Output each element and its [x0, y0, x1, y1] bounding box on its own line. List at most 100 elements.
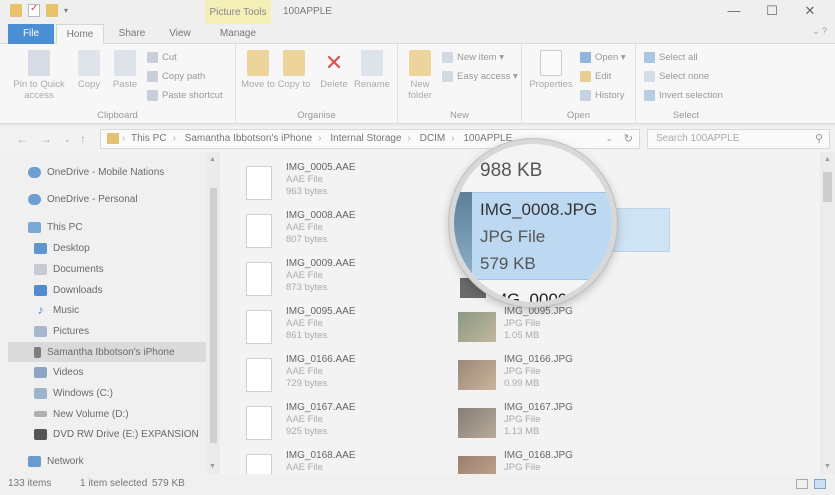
scroll-up-icon[interactable]: ▲	[209, 156, 216, 163]
cut-label: Cut	[162, 52, 177, 63]
large-icons-view-icon[interactable]	[814, 479, 826, 489]
scroll-up-icon[interactable]: ▲	[824, 156, 831, 163]
list-item[interactable]: IMG_0095.AAE AAE File 861 bytes	[246, 306, 446, 354]
properties-button[interactable]: Properties	[526, 50, 576, 90]
customize-toolbar-icon[interactable]: ▾	[64, 6, 68, 15]
image-thumbnail	[458, 360, 496, 390]
folder-icon[interactable]	[10, 4, 22, 17]
nav-item-pictures[interactable]: Pictures	[34, 321, 89, 341]
select-none-button[interactable]: Select none	[644, 71, 709, 82]
minimize-button[interactable]: —	[715, 2, 753, 20]
move-to-button[interactable]: Move to	[240, 50, 276, 90]
maximize-button[interactable]: ☐	[753, 2, 791, 20]
nav-item-new-volume-d[interactable]: New Volume (D:)	[34, 404, 129, 424]
file-list-scroll-thumb[interactable]	[823, 172, 832, 202]
nav-item-iphone[interactable]: Samantha Ibbotson's iPhone	[8, 342, 206, 362]
search-input[interactable]: Search 100APPLE ⚲	[647, 129, 830, 149]
new-folder-icon[interactable]	[46, 4, 58, 17]
address-dropdown-icon[interactable]: ⌄	[605, 133, 613, 144]
list-item[interactable]: IMG_0005.AAE AAE File 963 bytes	[246, 162, 446, 210]
expand-ribbon-icon[interactable]: ⌄ ?	[812, 26, 827, 37]
nav-item-onedrive-mobile-nations[interactable]: OneDrive - Mobile Nations	[28, 162, 164, 182]
cloud-icon	[28, 193, 41, 205]
nav-scrollbar[interactable]: ▲ ▼	[207, 152, 220, 474]
file-size: 963 bytes	[286, 186, 328, 197]
list-item[interactable]: IMG_0095.JPG JPG File 1.05 MB	[458, 306, 658, 354]
edit-icon	[580, 71, 591, 82]
copy-to-button[interactable]: Copy to	[276, 50, 312, 90]
nav-item-dvd-drive-e[interactable]: DVD RW Drive (E:) EXPANSION	[34, 424, 199, 444]
file-name: IMG_0167.AAE	[286, 402, 356, 413]
crumb-100apple[interactable]: 100APPLE	[463, 133, 512, 144]
list-item[interactable]: IMG_0167.JPG JPG File 1.13 MB	[458, 402, 658, 450]
refresh-icon[interactable]: ↻	[624, 132, 633, 145]
new-item-button[interactable]: New item ▾	[442, 52, 504, 63]
list-item[interactable]: IMG_0166.JPG JPG File 0.99 MB	[458, 354, 658, 402]
crumb-internal-storage[interactable]: Internal Storage	[330, 133, 401, 144]
scroll-down-icon[interactable]: ▼	[824, 463, 831, 470]
list-item[interactable]: IMG_0168.AAE AAE File	[246, 450, 446, 474]
copy-path-button[interactable]: Copy path	[147, 71, 205, 82]
list-item[interactable]: IMG_0008.AAE AAE File 807 bytes	[246, 210, 446, 258]
forward-arrow-icon[interactable]: →	[40, 132, 52, 146]
file-type: AAE File	[286, 318, 323, 329]
rename-button[interactable]: Rename	[352, 50, 392, 90]
nav-item-windows-c[interactable]: Windows (C:)	[34, 383, 113, 403]
edit-button[interactable]: Edit	[580, 71, 611, 82]
scroll-down-icon[interactable]: ▼	[209, 463, 216, 470]
file-list-scrollbar[interactable]: ▲ ▼	[820, 152, 835, 474]
nav-item-downloads[interactable]: Downloads	[34, 280, 102, 300]
pin-quick-access-button[interactable]: Pin to Quick access	[10, 50, 68, 101]
nav-item-desktop[interactable]: Desktop	[34, 238, 90, 258]
nav-label: Desktop	[53, 242, 90, 254]
easy-access-label: Easy access ▾	[457, 71, 518, 82]
list-item[interactable]: IMG_0009.AAE AAE File 873 bytes	[246, 258, 446, 306]
list-item[interactable]: IMG_0167.AAE AAE File 925 bytes	[246, 402, 446, 450]
paste-shortcut-button[interactable]: Paste shortcut	[147, 90, 223, 101]
tab-view[interactable]: View	[160, 24, 200, 44]
nav-item-network[interactable]: Network	[28, 451, 84, 471]
paste-button[interactable]: Paste	[108, 50, 142, 90]
tab-manage[interactable]: Manage	[205, 24, 271, 44]
crumb-this-pc[interactable]: This PC	[131, 133, 167, 144]
up-arrow-icon[interactable]: ↑	[80, 132, 86, 146]
nav-item-music[interactable]: ♪ Music	[34, 300, 80, 320]
documents-icon	[34, 263, 47, 275]
list-item[interactable]: IMG_0168.JPG JPG File	[458, 450, 658, 474]
nav-item-this-pc[interactable]: This PC	[28, 217, 83, 237]
details-view-icon[interactable]	[796, 479, 808, 489]
select-all-button[interactable]: Select all	[644, 52, 698, 63]
nav-scroll-thumb[interactable]	[210, 188, 217, 443]
magnified-file-name: IMG_0008.JPG	[480, 200, 598, 219]
crumb-iphone[interactable]: Samantha Ibbotson's iPhone	[185, 133, 313, 144]
back-arrow-icon[interactable]: ←	[16, 132, 28, 146]
nav-item-documents[interactable]: Documents	[34, 259, 104, 279]
file-type: AAE File	[286, 174, 323, 185]
nav-item-videos[interactable]: Videos	[34, 362, 83, 382]
easy-access-button[interactable]: Easy access ▾	[442, 71, 518, 82]
nav-label: Downloads	[53, 284, 103, 296]
ribbon-tabs: File Home Share View Manage ⌄ ?	[0, 24, 835, 72]
list-item[interactable]: IMG_0166.AAE AAE File 729 bytes	[246, 354, 446, 402]
history-icon	[580, 90, 591, 101]
chevron-right-icon: ›	[451, 133, 455, 144]
cut-button[interactable]: Cut	[147, 52, 177, 63]
tab-share[interactable]: Share	[112, 24, 152, 44]
nav-item-onedrive-personal[interactable]: OneDrive - Personal	[28, 189, 138, 209]
new-folder-button[interactable]: New folder	[402, 50, 438, 101]
file-size: 873 bytes	[286, 282, 328, 293]
properties-check-icon[interactable]	[28, 3, 40, 17]
paste-icon	[114, 50, 136, 76]
open-button[interactable]: Open ▾	[580, 52, 626, 63]
move-to-label: Move to	[241, 79, 275, 90]
recent-chevron-icon[interactable]: ⌄	[64, 135, 71, 144]
delete-button[interactable]: ✕ Delete	[316, 50, 352, 90]
invert-selection-button[interactable]: Invert selection	[644, 90, 723, 101]
crumb-dcim[interactable]: DCIM	[420, 133, 446, 144]
file-icon	[246, 358, 272, 392]
close-button[interactable]: ✕	[791, 2, 829, 20]
tab-home[interactable]: Home	[56, 24, 104, 45]
paste-shortcut-icon	[147, 90, 158, 101]
history-button[interactable]: History	[580, 90, 625, 101]
copy-button[interactable]: Copy	[72, 50, 106, 90]
